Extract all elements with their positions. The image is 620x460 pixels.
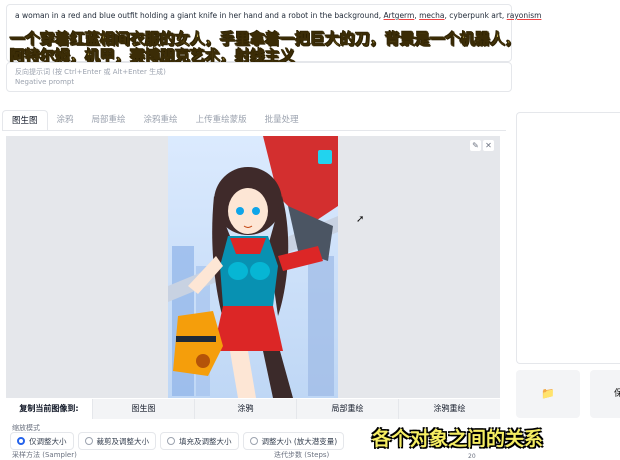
close-icon[interactable]: ✕ — [483, 140, 494, 151]
radio-icon — [84, 437, 93, 445]
copy-image-to-label: 复制当前图像到: — [6, 399, 92, 419]
tab-sketch[interactable]: 涂鸦 — [48, 110, 83, 130]
edit-icon[interactable]: ✎ — [470, 140, 481, 151]
open-folder-button[interactable]: 📁 — [516, 370, 580, 418]
tab-batch[interactable]: 批量处理 — [256, 110, 308, 130]
tab-inpaint-sketch[interactable]: 涂鸦重绘 — [135, 110, 187, 130]
copy-to-sketch-button[interactable]: 涂鸦 — [194, 399, 296, 419]
copy-to-inpaint-sketch-button[interactable]: 涂鸦重绘 — [398, 399, 500, 419]
tab-inpaint-upload[interactable]: 上传重绘蒙版 — [187, 110, 256, 130]
resize-option-just-resize[interactable]: 仅调整大小 — [10, 432, 74, 450]
radio-icon — [249, 437, 258, 445]
steps-value: 20 — [468, 453, 476, 460]
steps-label: 迭代步数 (Steps) — [274, 451, 330, 459]
save-button[interactable]: 保 — [590, 370, 620, 418]
tab-inpaint[interactable]: 局部重绘 — [83, 110, 135, 130]
negative-prompt-placeholder: Negative prompt — [15, 78, 75, 86]
resize-option-label: 调整大小 (放大潜变量) — [261, 436, 338, 446]
anime-robot-illustration — [168, 136, 338, 398]
output-gallery-panel — [516, 112, 620, 364]
resize-option-fill-resize[interactable]: 填充及调整大小 — [160, 432, 239, 450]
tab-divider — [2, 130, 506, 131]
radio-icon — [167, 437, 175, 445]
resize-option-label: 仅调整大小 — [29, 436, 67, 446]
tab-img2img[interactable]: 图生图 — [2, 110, 48, 130]
subtitle-overlay-bottom: 各个对象之间的关系 — [372, 428, 544, 450]
copy-image-to-row: 复制当前图像到: 图生图 涂鸦 局部重绘 涂鸦重绘 — [6, 399, 500, 419]
prompt-text: a woman in a red and blue outfit holding… — [15, 11, 541, 20]
sampler-label: 采样方法 (Sampler) — [12, 451, 77, 459]
prompt-part: a woman in a red and blue outfit holding… — [15, 11, 384, 20]
negative-prompt-textarea[interactable]: 反向提示词 (按 Ctrl+Enter 或 Alt+Enter 生成) Nega… — [6, 62, 512, 92]
input-image — [168, 136, 338, 398]
resize-option-label: 填充及调整大小 — [179, 436, 232, 446]
mouse-cursor-icon: ➚ — [356, 214, 365, 225]
subtitle-line-1: 一个穿着红蓝相间衣服的女人，手里拿着一把巨大的刀，背景是一个机器人， — [10, 30, 521, 48]
subtitle-overlay-top: 一个穿着红蓝相间衣服的女人，手里拿着一把巨大的刀，背景是一个机器人， 阿特尔姆，… — [10, 30, 521, 65]
copy-to-inpaint-button[interactable]: 局部重绘 — [296, 399, 398, 419]
folder-icon: 📁 — [541, 387, 555, 400]
copy-to-img2img-button[interactable]: 图生图 — [92, 399, 194, 419]
prompt-word-mecha: mecha — [419, 11, 445, 20]
radio-selected-icon — [17, 437, 25, 445]
resize-mode-radio-group: 仅调整大小 裁剪及调整大小 填充及调整大小 调整大小 (放大潜变量) — [10, 432, 345, 450]
prompt-word-rayonism: rayonism — [506, 11, 542, 20]
resize-option-latent-upscale[interactable]: 调整大小 (放大潜变量) — [242, 432, 345, 450]
resize-option-label: 裁剪及调整大小 — [96, 436, 150, 446]
prompt-word-artgerm: Artgerm — [383, 11, 415, 20]
resize-option-crop-resize[interactable]: 裁剪及调整大小 — [77, 432, 156, 450]
prompt-part: , cyberpunk art, — [444, 11, 507, 20]
negative-prompt-hint: 反向提示词 (按 Ctrl+Enter 或 Alt+Enter 生成) — [15, 68, 166, 76]
img2img-tabs: 图生图 涂鸦 局部重绘 涂鸦重绘 上传重绘蒙版 批量处理 — [2, 110, 308, 130]
